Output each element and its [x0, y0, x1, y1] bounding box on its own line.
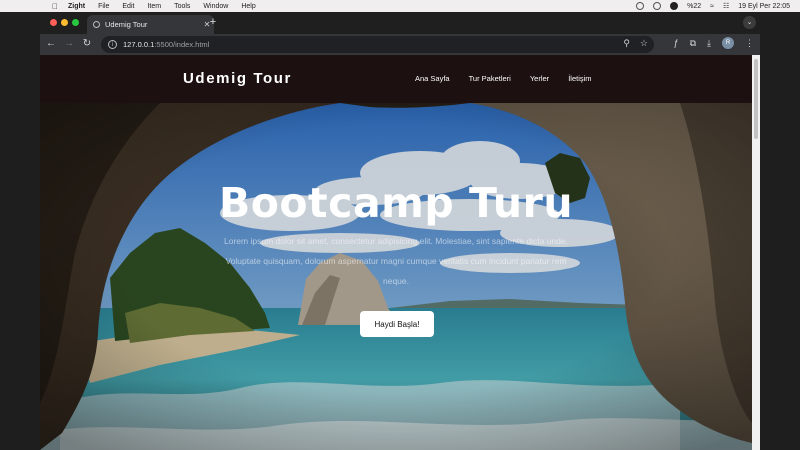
download-icon[interactable]: ⤓	[707, 38, 711, 49]
font-extension-icon[interactable]: ƒ	[674, 38, 679, 48]
hero-section: Bootcamp Turu Lorem ipsum dolor sit amet…	[40, 103, 752, 450]
site-info-icon[interactable]: i	[108, 40, 117, 49]
hero-title: Bootcamp Turu	[218, 179, 574, 227]
tab-title: Udemig Tour	[105, 20, 148, 29]
forward-arrow-icon[interactable]: →	[62, 37, 76, 51]
nav-links: Ana Sayfa Tur Paketleri Yerler İletişim	[415, 74, 592, 83]
menu-tools[interactable]: Tools	[174, 3, 190, 10]
menu-file[interactable]: File	[98, 3, 109, 10]
browser-window: Udemig Tour ✕ + ⌄ ← → ↻ i 127.0.0.1 :550…	[40, 12, 760, 450]
new-tab-button[interactable]: +	[206, 16, 220, 28]
status-circle-icon[interactable]	[636, 2, 645, 10]
tab-search-chevron-icon[interactable]: ⌄	[743, 16, 756, 29]
control-center-icon[interactable]: ☷	[723, 2, 729, 10]
status-area: %22 ≈ ☷ 19 Eyl Per 22:05	[636, 0, 790, 12]
profile-avatar[interactable]: R	[722, 37, 734, 49]
status-app-icon[interactable]	[670, 2, 679, 10]
site-brand[interactable]: Udemig Tour	[183, 70, 292, 87]
menu-app-name[interactable]: Zight	[68, 3, 85, 10]
menu-help[interactable]: Help	[241, 3, 255, 10]
scrollbar-thumb[interactable]	[754, 59, 758, 139]
menu-edit[interactable]: Edit	[122, 3, 134, 10]
tab-strip: Udemig Tour ✕ + ⌄	[40, 12, 760, 34]
clock: 19 Eyl Per 22:05	[738, 2, 790, 10]
get-started-button[interactable]: Haydi Başla!	[360, 311, 434, 337]
page-viewport: Udemig Tour Ana Sayfa Tur Paketleri Yerl…	[40, 55, 752, 450]
address-bar[interactable]: i 127.0.0.1 :5500/index.html ⚲ ☆	[101, 36, 654, 53]
battery-percent: %22	[687, 2, 702, 10]
os-menu-bar:  Zight File Edit Item Tools Window Help…	[0, 0, 800, 12]
extensions-puzzle-icon[interactable]: ⧉	[690, 38, 696, 49]
menu-item[interactable]: Item	[147, 3, 161, 10]
minimize-window-button[interactable]	[61, 19, 68, 26]
url-path: :5500/index.html	[154, 40, 210, 49]
zoom-icon[interactable]: ⚲	[623, 38, 630, 49]
status-record-icon[interactable]	[653, 2, 662, 10]
kebab-menu-icon[interactable]: ⋮	[745, 38, 754, 49]
nav-link-tour-packages[interactable]: Tur Paketleri	[469, 74, 511, 83]
wifi-icon[interactable]: ≈	[710, 3, 714, 10]
reload-icon[interactable]: ↻	[80, 37, 94, 51]
bookmark-star-icon[interactable]: ☆	[640, 38, 648, 49]
menu-window[interactable]: Window	[203, 3, 228, 10]
url-host: 127.0.0.1	[123, 40, 155, 49]
nav-link-contact[interactable]: İletişim	[568, 74, 591, 83]
apple-icon[interactable]: 	[52, 2, 62, 11]
nav-link-home[interactable]: Ana Sayfa	[415, 74, 450, 83]
page-scrollbar[interactable]	[752, 55, 760, 450]
tab-udemig-tour[interactable]: Udemig Tour ✕	[87, 15, 214, 34]
browser-toolbar: ← → ↻ i 127.0.0.1 :5500/index.html ⚲ ☆ ƒ…	[40, 34, 760, 55]
nav-link-places[interactable]: Yerler	[530, 74, 549, 83]
hero-description: Lorem ipsum dolor sit amet, consectetur …	[224, 236, 568, 286]
globe-icon	[93, 21, 100, 28]
site-navbar: Udemig Tour Ana Sayfa Tur Paketleri Yerl…	[40, 55, 752, 103]
back-arrow-icon[interactable]: ←	[44, 37, 58, 51]
close-window-button[interactable]	[50, 19, 57, 26]
zoom-window-button[interactable]	[72, 19, 79, 26]
